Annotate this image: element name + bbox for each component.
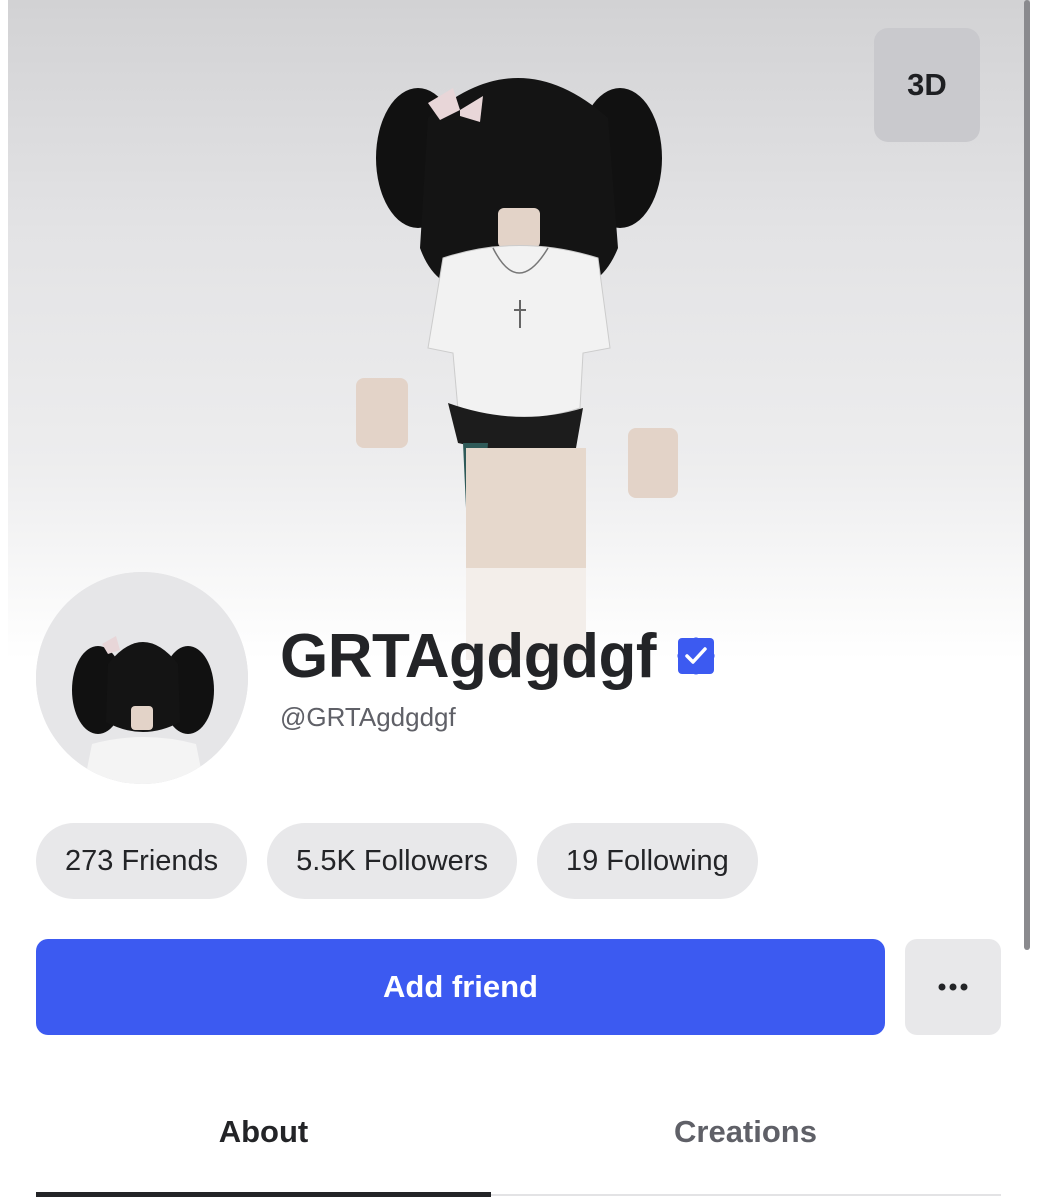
tab-creations[interactable]: Creations (518, 1090, 973, 1174)
profile-stats: 273 Friends 5.5K Followers 19 Following (36, 823, 758, 899)
profile-page: 3D GRTAgdgdgf @GRTAgdgdgf 273 Friends 5.… (0, 0, 1038, 1200)
active-tab-indicator (36, 1192, 491, 1197)
following-count-button[interactable]: 19 Following (536, 823, 758, 899)
ellipsis-icon (938, 983, 968, 991)
avatar-headshot[interactable] (36, 572, 248, 784)
tab-about[interactable]: About (36, 1090, 491, 1174)
avatar-hero: 3D (8, 0, 1030, 660)
display-name: GRTAgdgdgf (280, 621, 657, 691)
tab-divider (491, 1194, 1001, 1196)
scrollbar[interactable] (1024, 0, 1030, 950)
followers-count-button[interactable]: 5.5K Followers (267, 823, 517, 899)
display-name-row: GRTAgdgdgf (280, 618, 718, 694)
avatar-3d-render[interactable] (348, 48, 688, 660)
add-friend-button[interactable]: Add friend (36, 939, 885, 1035)
username: @GRTAgdgdgf (280, 702, 456, 732)
friends-count-button[interactable]: 273 Friends (36, 823, 248, 899)
more-options-button[interactable] (905, 939, 1001, 1035)
verified-badge-icon (677, 637, 715, 675)
view-3d-toggle-button[interactable]: 3D (874, 28, 980, 142)
headshot-image (36, 572, 248, 784)
profile-tabs: About Creations (36, 1090, 1001, 1200)
